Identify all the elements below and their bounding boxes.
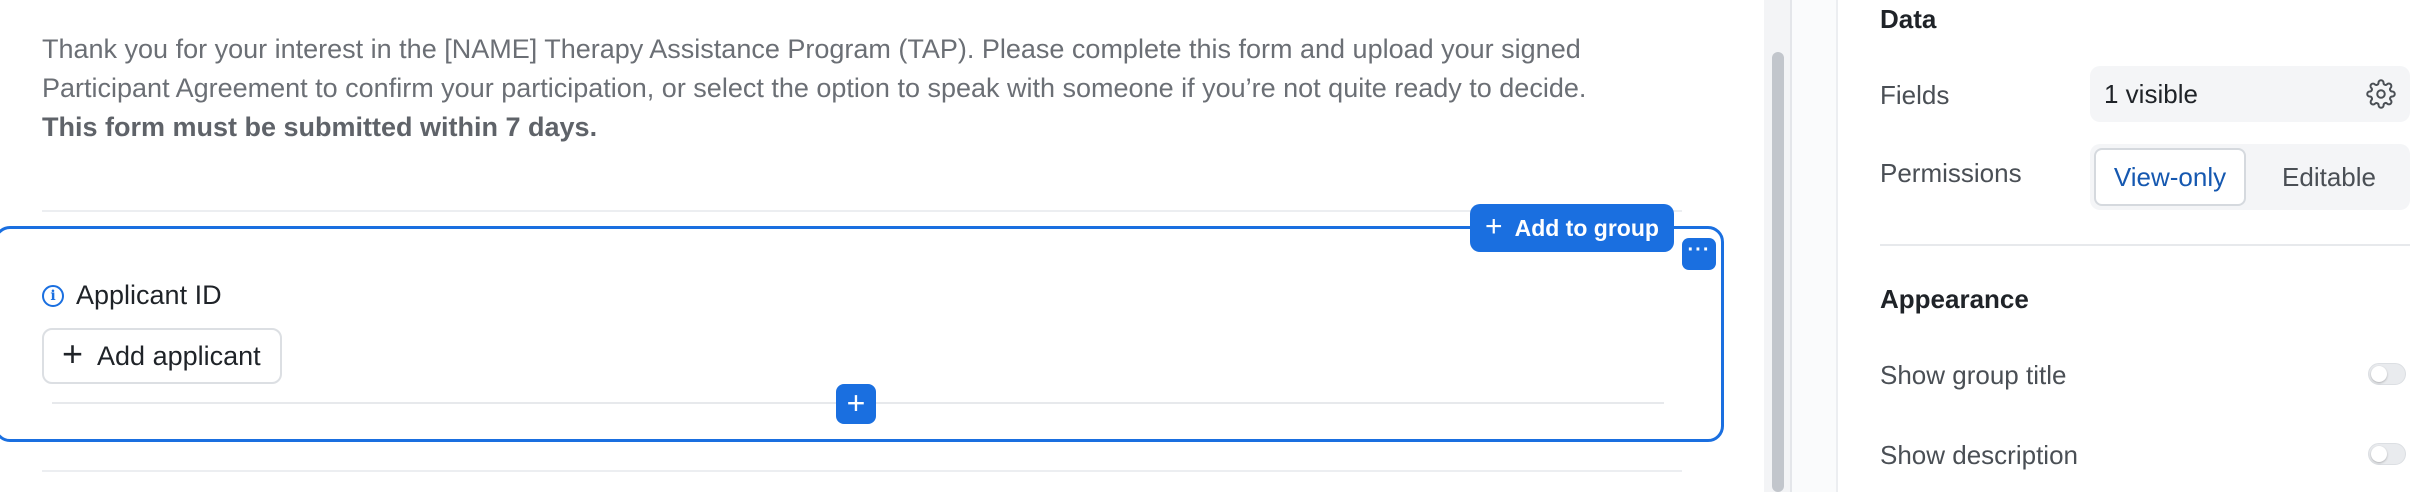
field-label: Applicant ID [76, 280, 222, 310]
show-description-label: Show description [1880, 440, 2078, 470]
fields-selector[interactable]: 1 visible [2090, 66, 2410, 122]
fields-value: 1 visible [2104, 78, 2198, 109]
plus-icon: + [846, 384, 866, 421]
permissions-label: Permissions [1880, 158, 2022, 188]
add-to-group-button[interactable]: + Add to group [1470, 204, 1674, 252]
form-canvas: Thank you for your interest in the [NAME… [0, 0, 1790, 492]
fields-label: Fields [1880, 80, 1950, 110]
panel-gutter [1792, 0, 1836, 492]
plus-icon: + [1485, 209, 1503, 243]
gear-icon[interactable] [2366, 79, 2396, 109]
appearance-section-title: Appearance [1880, 284, 2029, 314]
app-root: Thank you for your interest in the [NAME… [0, 0, 2436, 492]
panel-section-divider [1880, 244, 2410, 246]
more-options-button[interactable]: ··· [1682, 238, 1716, 270]
show-group-title-toggle[interactable] [2368, 363, 2406, 385]
add-applicant-label: Add applicant [97, 340, 261, 371]
form-intro: Thank you for your interest in the [NAME… [42, 30, 1682, 147]
data-section-title: Data [1880, 4, 1937, 34]
deadline-text: This form must be submitted within 7 day… [42, 112, 598, 142]
permissions-toggle: View-only Editable [2090, 144, 2410, 210]
show-group-title-label: Show group title [1880, 360, 2067, 390]
permission-option-view-only[interactable]: View-only [2094, 148, 2246, 206]
vertical-scrollbar-thumb[interactable] [1772, 52, 1784, 492]
intro-text: Thank you for your interest in the [NAME… [42, 34, 1587, 103]
permission-option-editable[interactable]: Editable [2252, 148, 2406, 206]
add-to-group-label: Add to group [1514, 214, 1659, 241]
add-applicant-button[interactable]: + Add applicant [42, 328, 282, 384]
plus-icon: + [62, 333, 84, 374]
section-divider-top [42, 210, 1682, 212]
show-description-toggle[interactable] [2368, 443, 2406, 465]
add-block-button[interactable]: + [836, 384, 876, 424]
section-divider-bottom [42, 470, 1682, 472]
applicant-id-field: i Applicant ID [42, 280, 222, 311]
info-icon[interactable]: i [42, 284, 64, 307]
